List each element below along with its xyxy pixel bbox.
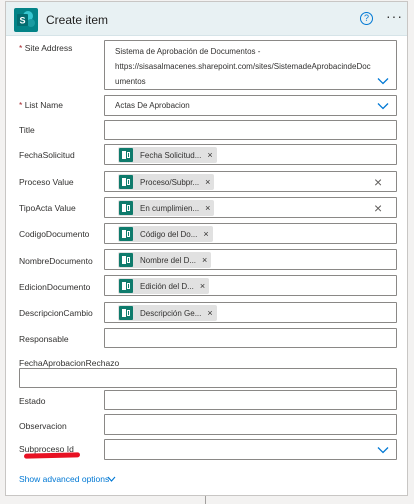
- title-input[interactable]: [104, 120, 397, 140]
- chevron-down-icon[interactable]: [377, 446, 389, 454]
- clear-field-icon[interactable]: ×: [374, 175, 382, 189]
- observacion-input[interactable]: [104, 414, 397, 435]
- chevron-down-icon[interactable]: [107, 476, 116, 482]
- nombre-documento-input[interactable]: Nombre del D... ×: [104, 249, 397, 270]
- token-label: En cumplimien...: [140, 203, 200, 213]
- sharepoint-token-icon: [119, 201, 133, 215]
- site-address-dropdown[interactable]: Sistema de Aprobación de Documentos - ht…: [104, 40, 397, 90]
- estado-label: Estado: [19, 396, 46, 406]
- remove-token-icon[interactable]: ×: [203, 229, 208, 239]
- remove-token-icon[interactable]: ×: [202, 255, 207, 265]
- sharepoint-token-icon: [119, 148, 133, 162]
- responsable-input[interactable]: [104, 328, 397, 348]
- more-options-icon[interactable]: ···: [386, 8, 403, 24]
- chevron-down-icon[interactable]: [377, 77, 389, 85]
- dynamic-content-token[interactable]: Código del Do... ×: [118, 226, 213, 242]
- edicion-documento-input[interactable]: Edición del D... ×: [104, 275, 397, 296]
- action-header[interactable]: S Create item ? ···: [6, 2, 407, 36]
- list-name-label: * List Name: [19, 100, 63, 110]
- red-underline-annotation: [23, 452, 81, 459]
- proceso-value-label: Proceso Value: [19, 177, 74, 187]
- token-label: Descripción Ge...: [140, 308, 202, 318]
- subproceso-id-dropdown[interactable]: [104, 439, 397, 460]
- estado-input[interactable]: [104, 390, 397, 410]
- dynamic-content-token[interactable]: Edición del D... ×: [118, 278, 210, 294]
- sharepoint-token-icon: [119, 227, 133, 241]
- help-circle-icon[interactable]: ?: [360, 12, 373, 25]
- fecha-solicitud-input[interactable]: Fecha Solicitud... ×: [104, 144, 397, 165]
- descripcion-cambio-label: DescripcionCambio: [19, 308, 93, 318]
- token-label: Edición del D...: [140, 281, 194, 291]
- show-advanced-options-link[interactable]: Show advanced options: [19, 474, 109, 484]
- fecha-aprobacion-rechazo-input[interactable]: [19, 368, 397, 388]
- proceso-value-dropdown[interactable]: Proceso/Subpr... × ×: [104, 171, 397, 192]
- token-label: Nombre del D...: [140, 255, 197, 265]
- tipo-acta-value-label: TipoActa Value: [19, 203, 76, 213]
- flow-connector: [205, 496, 206, 504]
- remove-token-icon[interactable]: ×: [207, 150, 212, 160]
- list-name-value: Actas De Aprobacion: [115, 101, 190, 110]
- create-item-action-card: S Create item ? ··· * Site Address Siste…: [5, 1, 408, 496]
- dynamic-content-token[interactable]: Fecha Solicitud... ×: [118, 147, 217, 163]
- responsable-label: Responsable: [19, 334, 69, 344]
- token-label: Fecha Solicitud...: [140, 150, 202, 160]
- sharepoint-token-icon: [119, 306, 133, 320]
- remove-token-icon[interactable]: ×: [200, 281, 205, 291]
- remove-token-icon[interactable]: ×: [207, 308, 212, 318]
- list-name-dropdown[interactable]: Actas De Aprobacion: [104, 95, 397, 116]
- observacion-label: Observacion: [19, 421, 67, 431]
- remove-token-icon[interactable]: ×: [205, 177, 210, 187]
- token-label: Proceso/Subpr...: [140, 177, 200, 187]
- action-title: Create item: [46, 13, 109, 27]
- sharepoint-token-icon: [119, 175, 133, 189]
- clear-field-icon[interactable]: ×: [374, 201, 382, 215]
- site-address-line-1: Sistema de Aprobación de Documentos -: [115, 47, 261, 56]
- codigo-documento-label: CodigoDocumento: [19, 229, 90, 239]
- remove-token-icon[interactable]: ×: [205, 203, 210, 213]
- fecha-aprobacion-rechazo-label: FechaAprobacionRechazo: [19, 358, 120, 368]
- svg-text:S: S: [19, 16, 25, 26]
- chevron-down-icon[interactable]: [377, 102, 389, 110]
- sharepoint-token-icon: [119, 253, 133, 267]
- sharepoint-token-icon: [119, 279, 133, 293]
- dynamic-content-token[interactable]: Proceso/Subpr... ×: [118, 174, 215, 190]
- token-label: Código del Do...: [140, 229, 198, 239]
- title-label: Title: [19, 125, 35, 135]
- descripcion-cambio-input[interactable]: Descripción Ge... ×: [104, 302, 397, 323]
- codigo-documento-input[interactable]: Código del Do... ×: [104, 223, 397, 244]
- dynamic-content-token[interactable]: Descripción Ge... ×: [118, 305, 217, 321]
- site-address-label: * Site Address: [19, 43, 73, 53]
- fecha-solicitud-label: FechaSolicitud: [19, 150, 75, 160]
- nombre-documento-label: NombreDocumento: [19, 256, 93, 266]
- edicion-documento-label: EdicionDocumento: [19, 282, 91, 292]
- sharepoint-icon: S: [14, 8, 38, 32]
- site-address-line-2: https://sisasalmacenes.sharepoint.com/si…: [115, 62, 371, 71]
- tipo-acta-value-dropdown[interactable]: En cumplimien... × ×: [104, 197, 397, 218]
- dynamic-content-token[interactable]: En cumplimien... ×: [118, 200, 215, 216]
- site-address-line-3: umentos: [115, 77, 146, 86]
- dynamic-content-token[interactable]: Nombre del D... ×: [118, 252, 212, 268]
